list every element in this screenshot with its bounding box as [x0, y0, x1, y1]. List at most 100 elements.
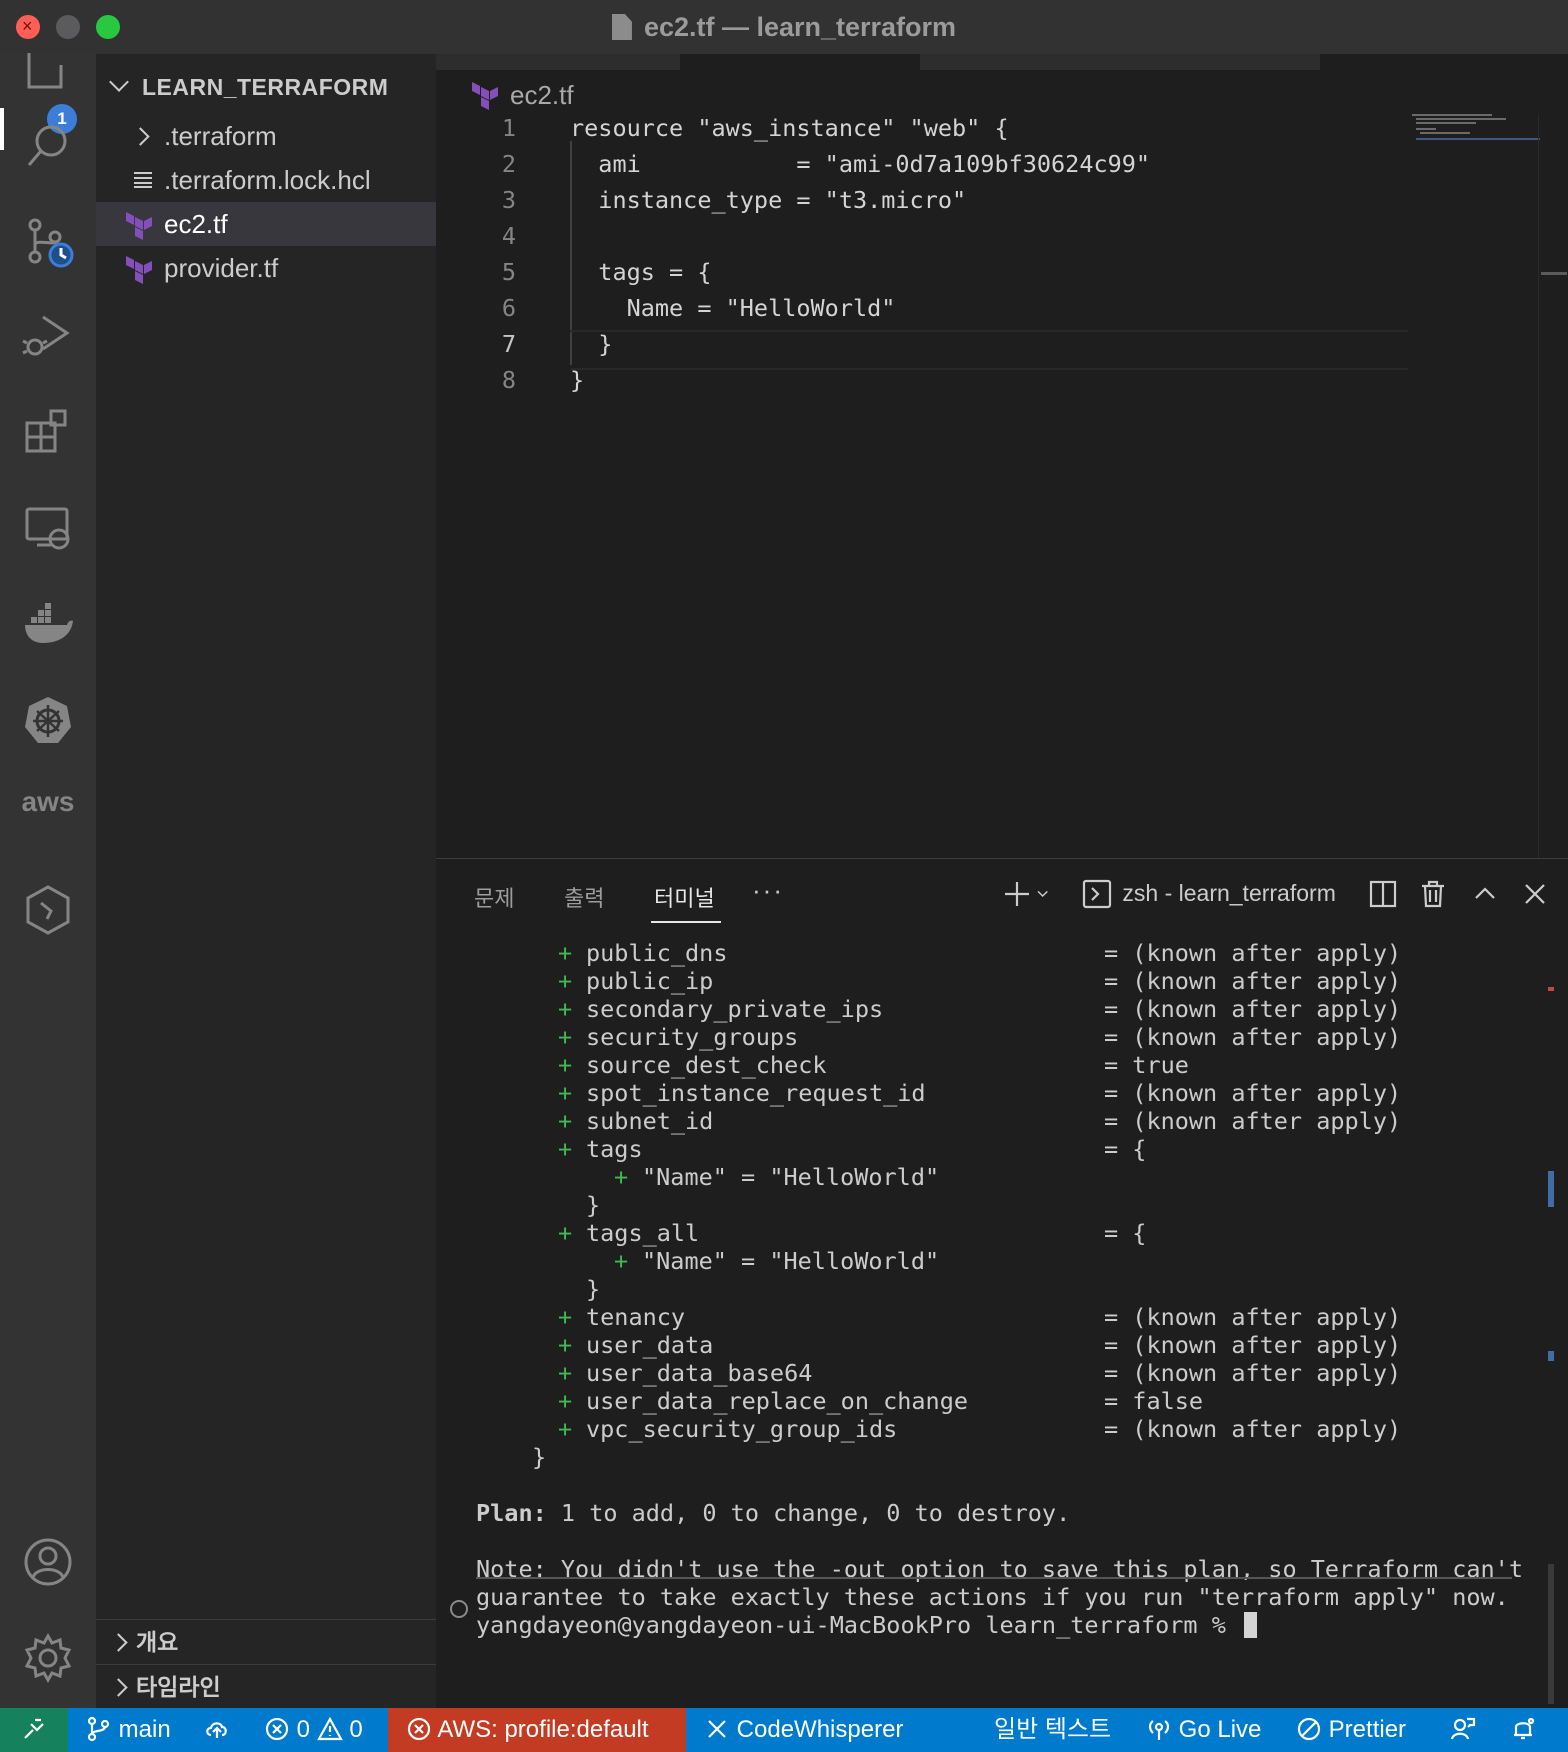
terminal-dropdown-button[interactable] — [1036, 879, 1056, 915]
remote-indicator-button[interactable] — [0, 1708, 68, 1752]
tree-item-terraform-folder[interactable]: .terraform — [96, 114, 436, 158]
plan-text: 1 to add, 0 to change, 0 to destroy. — [546, 1499, 1071, 1527]
close-panel-button[interactable] — [1520, 879, 1550, 915]
maximize-panel-button[interactable] — [1470, 879, 1500, 915]
problems-indicator[interactable]: 0 0 — [264, 1708, 363, 1752]
code-line[interactable]: 3 instance_type = "t3.micro" — [436, 182, 1436, 218]
plus-marker: + — [558, 1219, 573, 1247]
terminal-selector[interactable]: zsh - learn_terraform — [1082, 879, 1336, 915]
code-line[interactable]: 2 ami = "ami-0d7a109bf30624c99" — [436, 146, 1436, 182]
code-text: tags = { — [570, 258, 712, 286]
tab-problems[interactable]: 문제 — [474, 881, 514, 913]
note-line: guarantee to take exactly these actions … — [476, 1583, 1509, 1611]
attribute-value: = (known after apply) — [1104, 1303, 1402, 1331]
plus-marker: + — [558, 967, 573, 995]
trash-icon — [1422, 880, 1444, 908]
code-line[interactable]: 4 — [436, 218, 1436, 254]
broadcast-icon — [1148, 1720, 1170, 1740]
code-line[interactable]: 8} — [436, 362, 1436, 398]
search-icon[interactable] — [18, 116, 78, 176]
code-line[interactable]: 7 } — [436, 326, 1436, 362]
extensions-icon[interactable] — [18, 402, 78, 462]
sync-button[interactable] — [204, 1708, 230, 1752]
aws-icon[interactable]: aws — [0, 786, 96, 818]
attribute-name: } — [586, 1191, 601, 1219]
attribute-value: = (known after apply) — [1104, 967, 1402, 995]
attribute-value: = true — [1104, 1051, 1189, 1079]
minimap[interactable] — [1412, 110, 1540, 150]
attribute-name: tags_all — [586, 1219, 700, 1247]
branch-button[interactable]: main — [86, 1708, 171, 1752]
attribute-value: = (known after apply) — [1104, 995, 1402, 1023]
code-text: ami = "ami-0d7a109bf30624c99" — [570, 150, 1151, 178]
line-number: 7 — [501, 330, 516, 358]
codewhisperer-button[interactable]: CodeWhisperer — [704, 1708, 903, 1752]
chevron-right-icon — [109, 1678, 128, 1697]
feedback-button[interactable] — [1450, 1708, 1476, 1752]
attribute-name: secondary_private_ips — [586, 995, 884, 1023]
remote-explorer-icon[interactable] — [18, 498, 78, 558]
aws-profile-button[interactable]: AWS: profile:default — [388, 1708, 686, 1752]
close-icon — [708, 1720, 726, 1738]
tree-item-lock-file[interactable]: .terraform.lock.hcl — [96, 158, 436, 202]
prettier-check-icon — [1297, 1717, 1321, 1741]
attribute-value: = false — [1104, 1387, 1204, 1415]
go-live-button[interactable]: Go Live — [1146, 1708, 1261, 1752]
attribute-value: = (known after apply) — [1104, 1331, 1402, 1359]
settings-gear-icon[interactable] — [18, 1628, 78, 1688]
editor-scrollbar[interactable] — [1538, 114, 1568, 859]
notifications-button[interactable] — [1510, 1708, 1536, 1752]
split-terminal-button[interactable] — [1368, 879, 1398, 915]
bottom-panel: 문제 출력 터미널 ··· zsh - learn_terraform + pub… — [436, 858, 1568, 1709]
language-mode-button[interactable]: 일반 텍스트 — [994, 1708, 1111, 1752]
prettier-button[interactable]: Prettier — [1296, 1708, 1406, 1752]
source-control-icon[interactable] — [18, 212, 78, 272]
tab-terminal[interactable]: 터미널 — [654, 881, 715, 913]
active-indicator — [0, 108, 4, 150]
plus-marker: + — [558, 1359, 573, 1387]
terminal-cursor — [1244, 1612, 1258, 1638]
more-actions-button[interactable]: ··· — [752, 875, 784, 906]
docker-icon[interactable] — [18, 594, 78, 654]
hexagon-extension-icon[interactable] — [18, 880, 78, 940]
attribute-name: public_ip — [586, 967, 714, 995]
chevron-down-icon — [1037, 890, 1048, 898]
account-icon[interactable] — [18, 1532, 78, 1592]
outline-section[interactable]: 개요 — [96, 1619, 436, 1664]
attribute-name: vpc_security_group_ids — [586, 1415, 898, 1443]
title-bar: ec2.tf — learn_terraform — [0, 0, 1568, 54]
line-number: 5 — [501, 258, 516, 286]
attribute-value: = (known after apply) — [1104, 1023, 1402, 1051]
explorer-sidebar: LEARN_TERRAFORM .terraform .terraform.lo… — [96, 54, 436, 1708]
run-debug-icon[interactable] — [18, 306, 78, 366]
attribute-name: security_groups — [586, 1023, 799, 1051]
tab-output[interactable]: 출력 — [564, 881, 604, 913]
active-tab-underline — [651, 921, 721, 923]
breadcrumb[interactable]: ec2.tf — [470, 74, 574, 111]
code-line[interactable]: 1 resource "aws_instance" "web" { — [436, 110, 1436, 146]
split-icon — [1369, 880, 1397, 908]
timeline-section[interactable]: 타임라인 — [96, 1664, 436, 1709]
block-close: } — [532, 1443, 547, 1471]
line-number: 4 — [501, 222, 516, 250]
code-text: Name = "HelloWorld" — [570, 294, 896, 322]
explorer-root-header[interactable]: LEARN_TERRAFORM — [106, 72, 388, 101]
new-terminal-button[interactable] — [1002, 879, 1032, 915]
code-line[interactable]: 6 Name = "HelloWorld" — [436, 290, 1436, 326]
plus-marker: + — [558, 1387, 573, 1415]
explorer-icon[interactable] — [18, 40, 78, 100]
terraform-icon — [126, 256, 152, 284]
plus-marker: + — [558, 1303, 573, 1331]
attribute-name: user_data_base64 — [586, 1359, 813, 1387]
kill-terminal-button[interactable] — [1418, 879, 1448, 915]
error-icon — [265, 1717, 289, 1741]
attribute-name: } — [586, 1275, 601, 1303]
shell-prompt[interactable]: yangdayeon@yangdayeon-ui-MacBookPro lear… — [476, 1611, 1258, 1639]
tree-item-provider-tf[interactable]: provider.tf — [96, 246, 436, 290]
code-text: } — [570, 330, 613, 358]
kubernetes-icon[interactable] — [18, 690, 78, 750]
code-line[interactable]: 5 tags = { — [436, 254, 1436, 290]
tree-item-ec2-tf[interactable]: ec2.tf — [96, 202, 436, 246]
warning-icon — [316, 1716, 343, 1741]
attribute-name: spot_instance_request_id — [586, 1079, 926, 1107]
